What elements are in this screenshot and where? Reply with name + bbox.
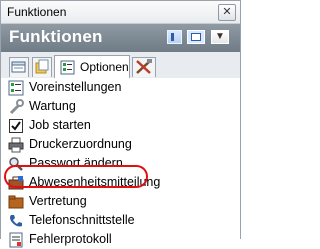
document-list-icon	[11, 61, 26, 73]
panel-layout-icon[interactable]	[167, 30, 182, 44]
item-label: Job starten	[29, 118, 91, 132]
panel-title: Funktionen	[9, 27, 103, 46]
folder-user-icon	[8, 195, 24, 209]
panel-window-icon[interactable]	[187, 30, 205, 44]
functions-list: Voreinstellungen Wartung Job starten Dru…	[1, 78, 240, 248]
item-label: Fehlerprotokoll	[29, 232, 112, 246]
checkbox-icon	[9, 119, 23, 133]
list-item-telefonschnittstelle[interactable]: Telefonschnittstelle	[1, 211, 240, 230]
phone-icon	[10, 215, 22, 227]
highlight-ring	[4, 165, 148, 188]
item-label: Wartung	[29, 99, 76, 113]
panel-dropdown-button[interactable]: ▼	[211, 30, 229, 44]
folder-pages-icon	[35, 59, 49, 74]
wrench-icon	[9, 99, 24, 115]
printer-icon	[8, 137, 24, 153]
tab-optionen[interactable]: Optionen	[54, 55, 130, 79]
settings-list-icon	[8, 80, 24, 96]
options-list-icon	[60, 60, 75, 75]
list-item-vertretung[interactable]: Vertretung	[1, 192, 240, 211]
title-bar[interactable]: Funktionen ✕	[1, 1, 240, 24]
list-item-job-starten[interactable]: Job starten	[1, 116, 240, 135]
item-label: Vertretung	[29, 194, 87, 208]
tab-folders[interactable]	[32, 57, 52, 77]
tab-tools[interactable]	[132, 57, 156, 77]
tab-documents[interactable]	[9, 57, 29, 77]
error-log-icon	[9, 232, 23, 248]
item-label: Druckerzuordnung	[29, 137, 132, 151]
list-item-wartung[interactable]: Wartung	[1, 97, 240, 116]
window-title: Funktionen	[7, 5, 67, 19]
close-button[interactable]: ✕	[218, 4, 236, 21]
list-item-voreinstellungen[interactable]: Voreinstellungen	[1, 78, 240, 97]
item-label: Telefonschnittstelle	[29, 213, 135, 227]
tab-optionen-label: Optionen	[80, 60, 129, 74]
panel-header: Funktionen ▼	[1, 24, 240, 52]
list-item-druckerzuordnung[interactable]: Druckerzuordnung	[1, 135, 240, 154]
item-label: Voreinstellungen	[29, 80, 122, 94]
tools-icon	[136, 59, 152, 74]
tab-bar: Optionen	[1, 52, 240, 79]
functions-window: Funktionen ✕ Funktionen ▼ Optionen Vorei…	[0, 0, 241, 248]
